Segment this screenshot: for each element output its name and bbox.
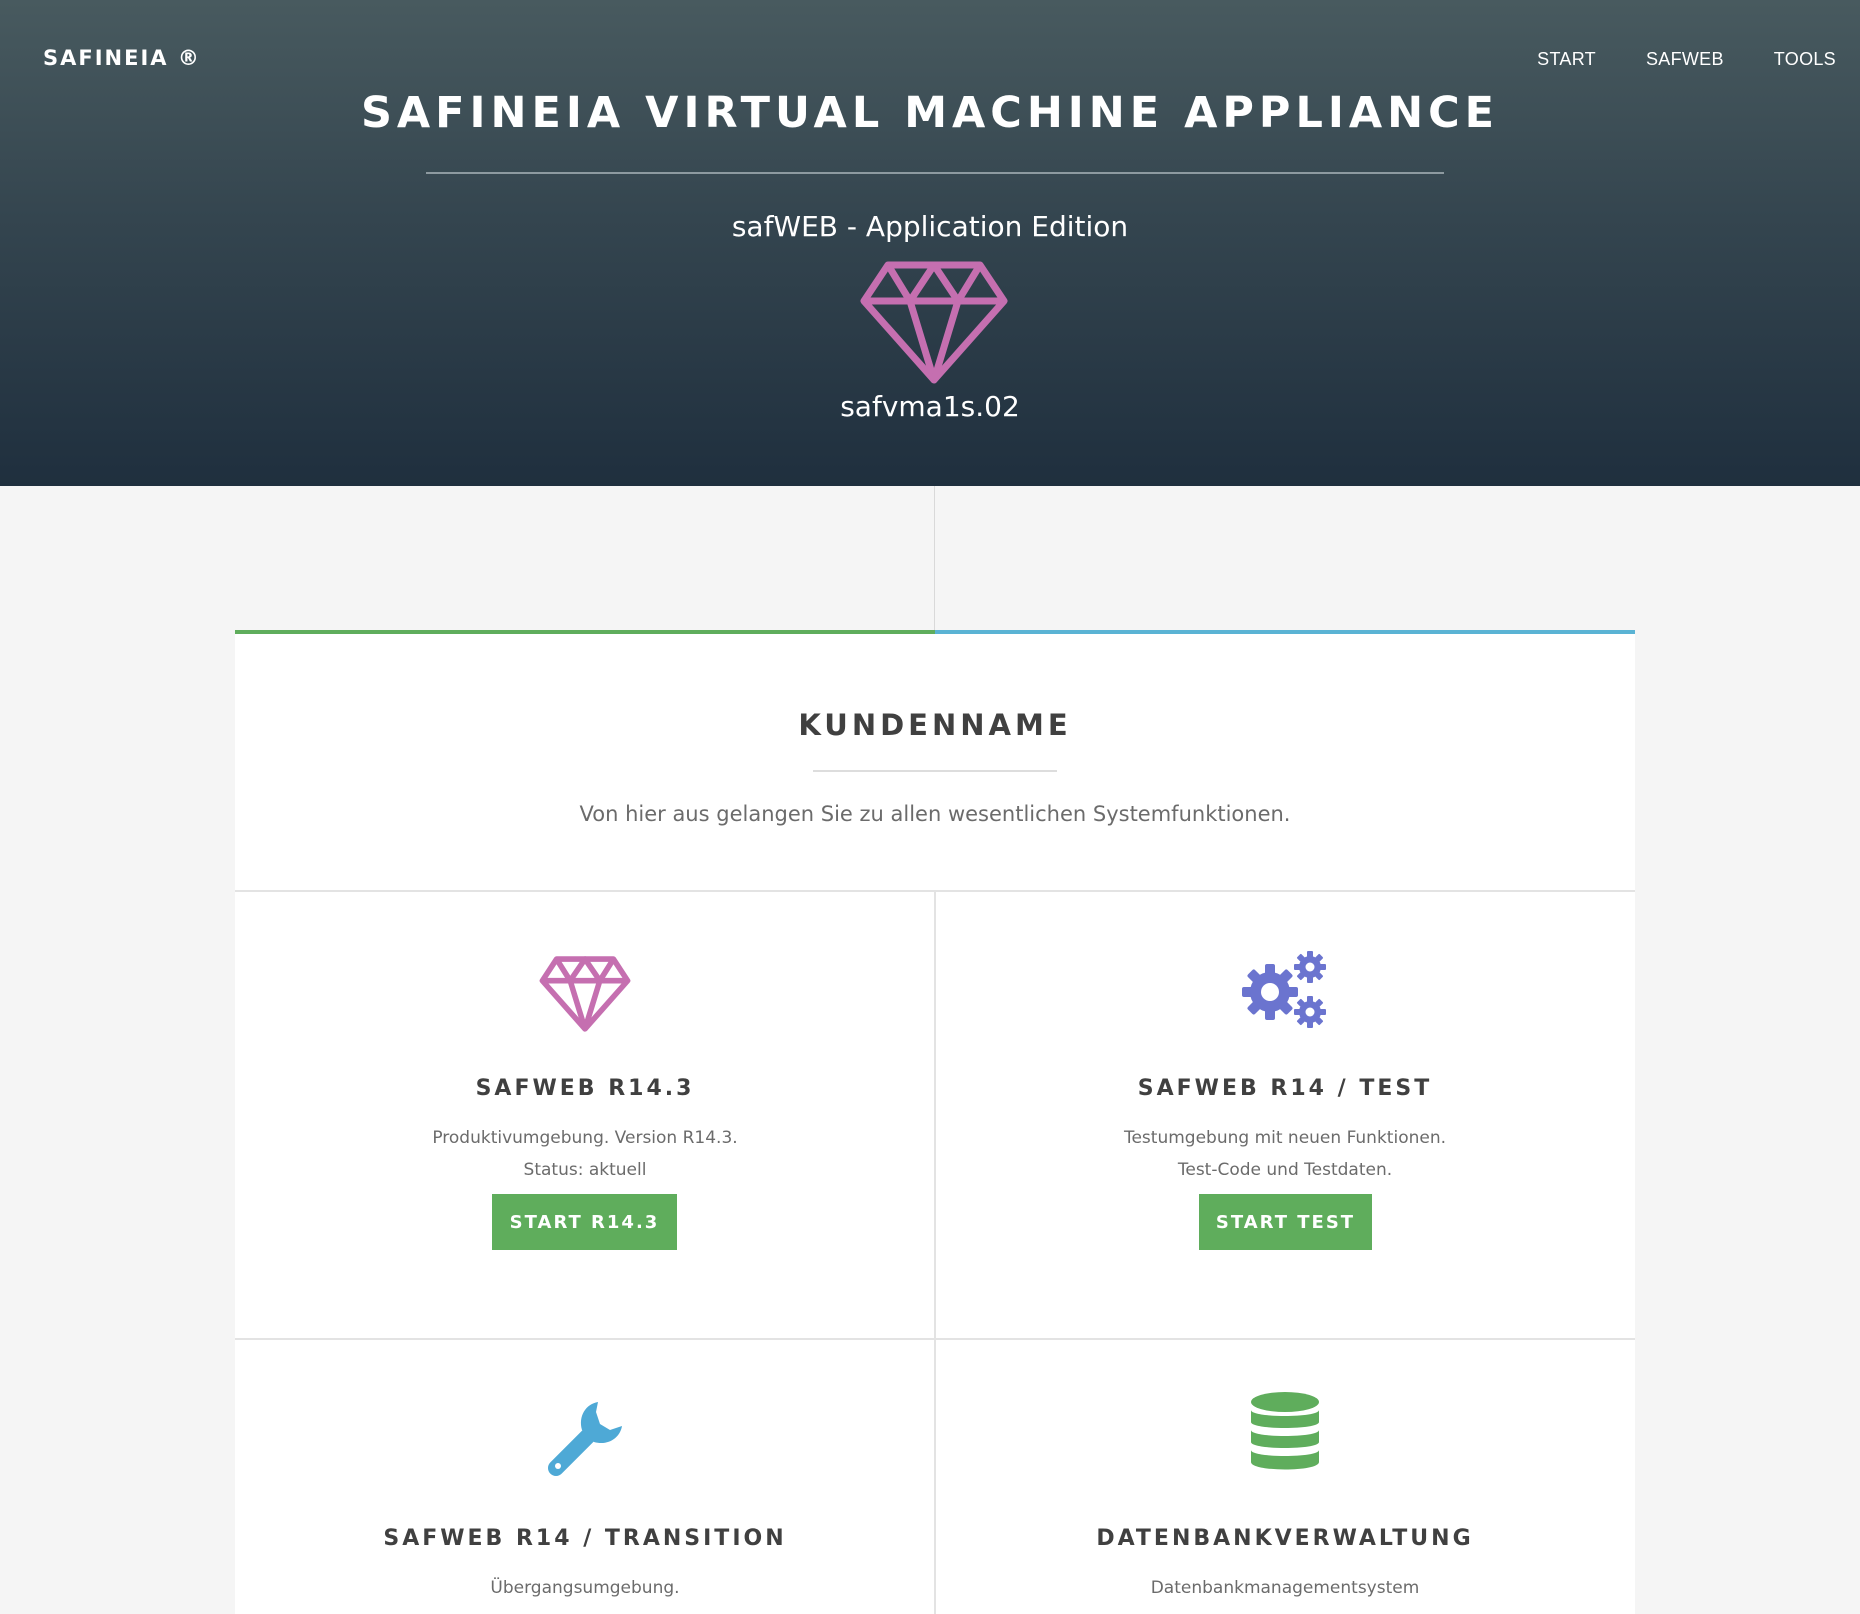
edition-subtitle: safWEB - Application Edition (731, 210, 1129, 243)
tile-title: SAFWEB R14 / TEST (1137, 1076, 1433, 1101)
page-title: SAFINEIA VIRTUAL MACHINE APPLIANCE (360, 88, 1500, 138)
column-divider (934, 486, 935, 630)
tile-title: DATENBANKVERWALTUNG (1096, 1526, 1474, 1551)
main-card: KUNDENNAME Von hier aus gelangen Sie zu … (235, 630, 1635, 1614)
nav-safweb[interactable]: SAFWEB (1646, 49, 1724, 70)
tile-safweb-r14-transition: SAFWEB R14 / TRANSITION Übergangsumgebun… (235, 1340, 935, 1614)
tile-description: Produktivumgebung. Version R14.3. (432, 1128, 738, 1148)
tile-safweb-r14-test: SAFWEB R14 / TEST Testumgebung mit neuen… (935, 892, 1635, 1338)
tile-safweb-r14-3: SAFWEB R14.3 Produktivumgebung. Version … (235, 892, 935, 1338)
tile-title: SAFWEB R14 / TRANSITION (383, 1526, 787, 1551)
top-nav: START SAFWEB TOOLS (1487, 49, 1836, 70)
title-divider (426, 172, 1444, 174)
accent-bar-green (235, 630, 935, 634)
tile-description: Übergangsumgebung. (490, 1578, 680, 1598)
customer-name: KUNDENNAME (798, 708, 1072, 742)
diamond-icon (860, 261, 1008, 384)
hostname: safvma1s.02 (840, 390, 1020, 423)
brand-logo[interactable]: SAFINEIA ® (43, 46, 201, 70)
nav-start[interactable]: START (1537, 49, 1596, 70)
accent-bar-blue (935, 630, 1635, 634)
tile-datenbankverwaltung: DATENBANKVERWALTUNG Datenbankmanagements… (935, 1340, 1635, 1614)
hero-header: SAFINEIA ® START SAFWEB TOOLS SAFINEIA V… (0, 0, 1860, 486)
tile-status: Status: aktuell (523, 1160, 647, 1180)
gears-icon (1242, 951, 1326, 1028)
tile-description: Datenbankmanagementsystem (1150, 1578, 1420, 1598)
start-r14-3-button[interactable]: START R14.3 (492, 1194, 677, 1250)
diamond-icon (539, 956, 631, 1032)
database-icon (1251, 1392, 1319, 1470)
nav-tools[interactable]: TOOLS (1774, 49, 1836, 70)
tile-title: SAFWEB R14.3 (475, 1076, 695, 1101)
tile-description: Testumgebung mit neuen Funktionen. (1123, 1128, 1447, 1148)
customer-divider (813, 770, 1057, 772)
wrench-icon (548, 1402, 622, 1476)
start-test-button[interactable]: START TEST (1199, 1194, 1372, 1250)
customer-description: Von hier aus gelangen Sie zu allen wesen… (579, 802, 1291, 826)
tile-description-secondary: Test-Code und Testdaten. (1177, 1160, 1393, 1180)
